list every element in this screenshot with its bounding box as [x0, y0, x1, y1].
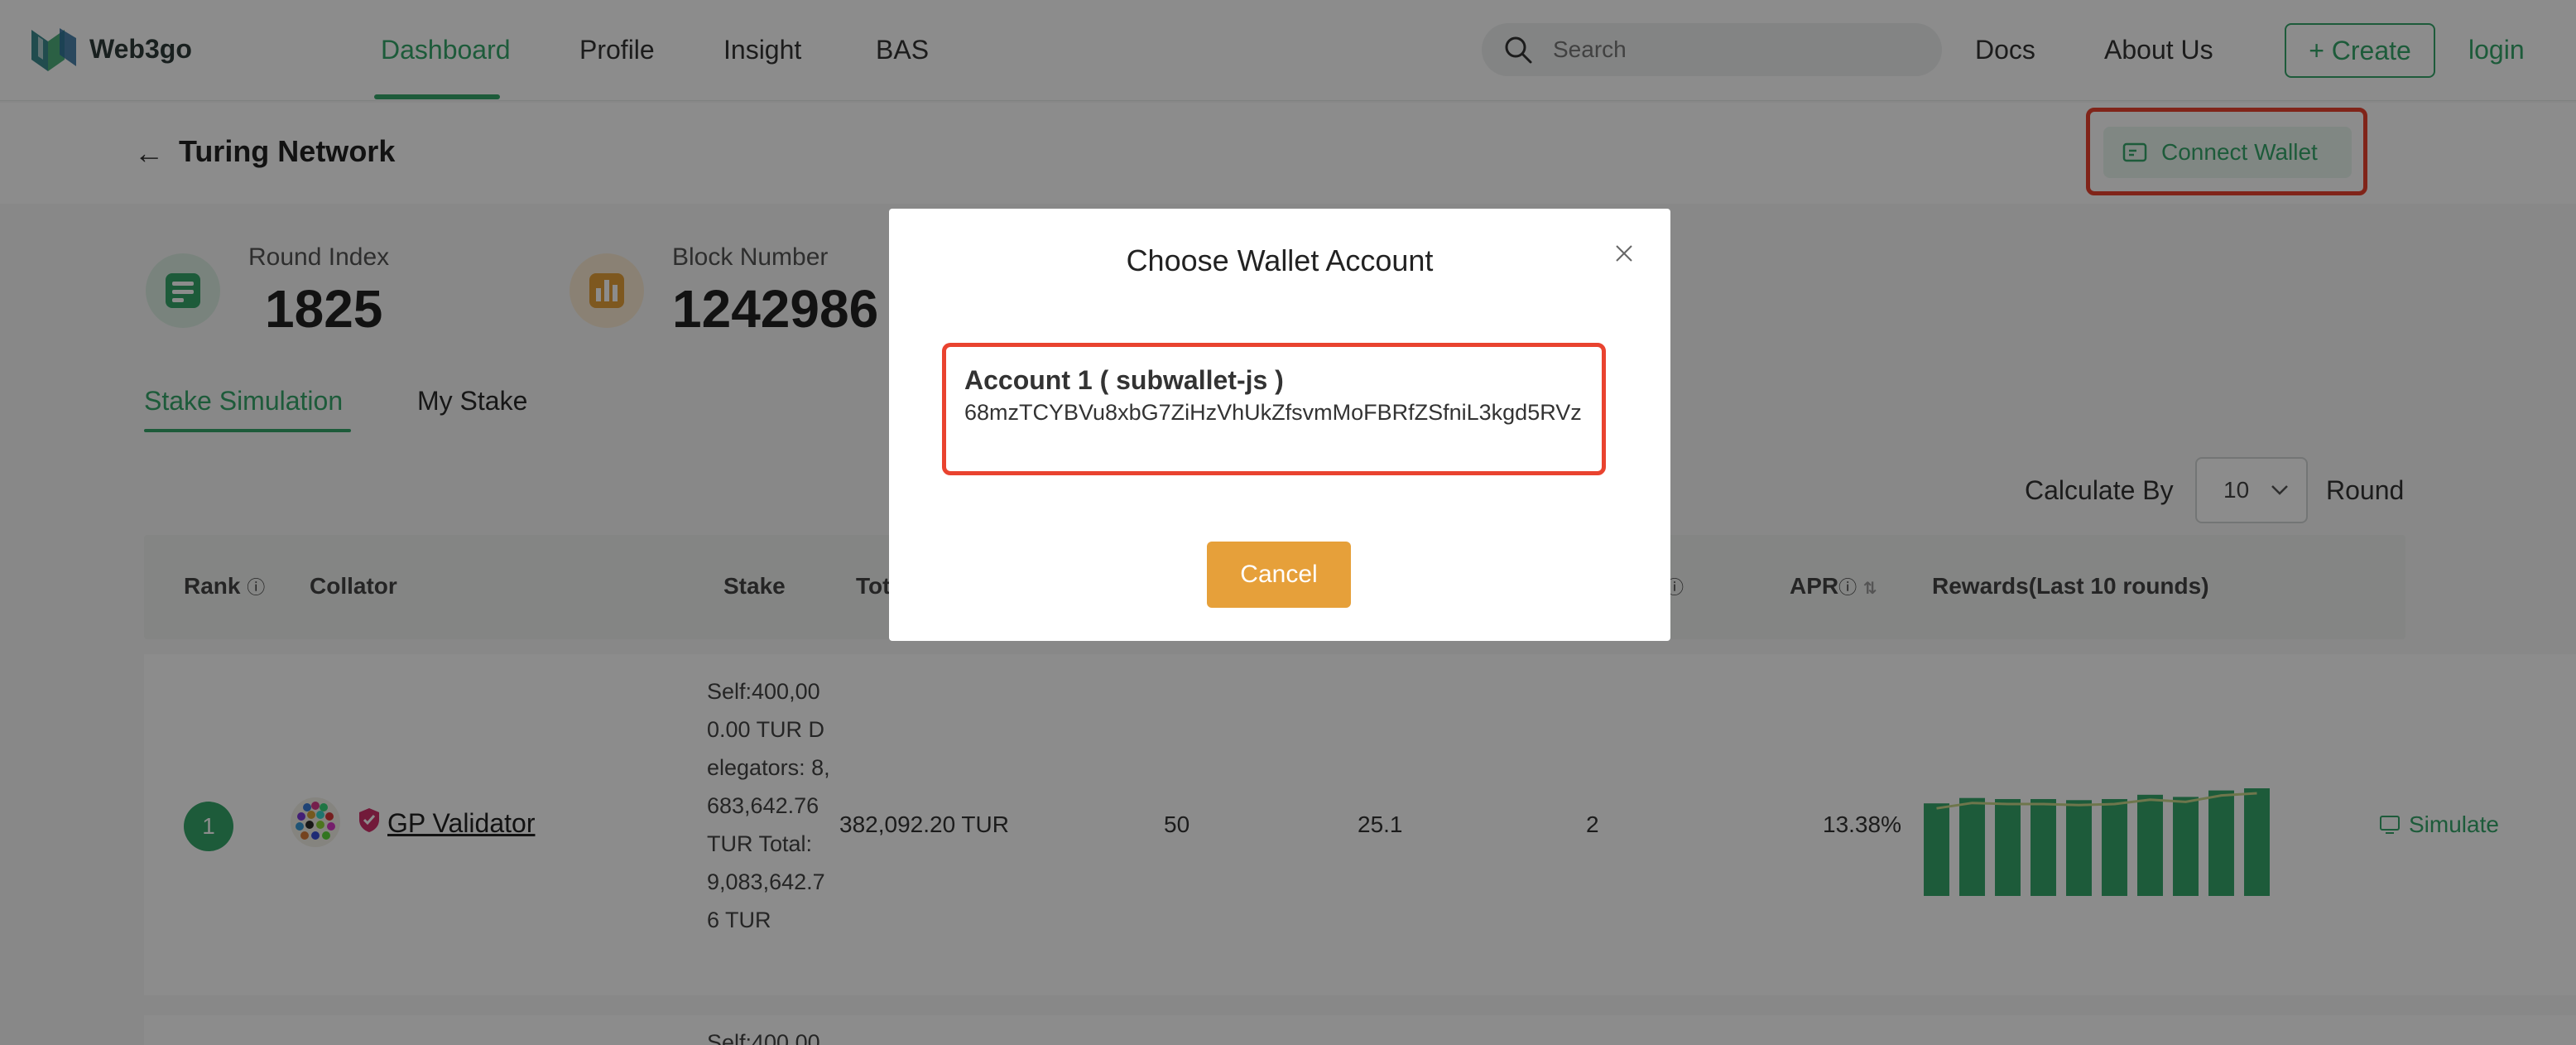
account-name: Account 1 ( subwallet-js )	[964, 365, 1284, 395]
modal-title: Choose Wallet Account	[1126, 243, 1434, 277]
wallet-account-option[interactable]: Account 1 ( subwallet-js ) 68mzTCYBVu8xb…	[942, 343, 1606, 475]
close-icon[interactable]	[1611, 240, 1637, 267]
account-address: 68mzTCYBVu8xbG7ZiHzVhUkZfsvmMoFBRfZSfniL…	[964, 400, 1582, 425]
cancel-button[interactable]: Cancel	[1207, 542, 1351, 608]
choose-wallet-modal: Choose Wallet Account Account 1 ( subwal…	[889, 209, 1670, 641]
